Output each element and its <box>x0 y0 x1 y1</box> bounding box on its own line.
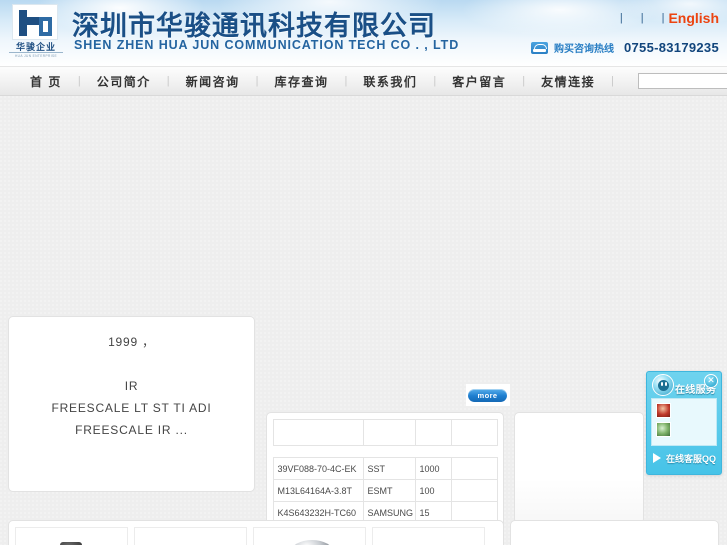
nav-item-inventory-search[interactable]: 库存查询 <box>272 73 330 90</box>
hotline: 购买咨询热线 0755-83179235 <box>531 40 719 55</box>
table-row[interactable]: M13L64164A-3.8T ESMT 100 <box>272 479 498 502</box>
cell-part-number: M13L64164A-3.8T <box>272 479 364 502</box>
nav-separator: | <box>433 75 437 87</box>
column-header-brand <box>362 419 416 446</box>
cell-quantity: 100 <box>414 479 452 502</box>
nav-separator: | <box>344 75 348 87</box>
cell-part-number: 39VF088-70-4C-EK <box>272 457 364 480</box>
nav-item-news[interactable]: 新闻咨询 <box>184 73 242 90</box>
top-links: | | | English <box>620 10 719 26</box>
more-button-stock[interactable]: more <box>468 389 507 402</box>
nav-item-guestbook[interactable]: 客户留言 <box>450 73 508 90</box>
online-service-header: 在线服务 ✕ <box>647 372 721 398</box>
hotline-label: 购买咨询热线 <box>554 44 614 55</box>
nav-separator: | <box>611 75 614 87</box>
page-title-english: SHEN ZHEN HUA JUN COMMUNICATION TECH CO … <box>74 38 460 52</box>
product-thumbnail[interactable] <box>134 527 247 545</box>
online-service-footer[interactable]: 在线客服QQ <box>647 446 721 470</box>
table-spacer-row <box>273 446 497 458</box>
cell-quantity: 1000 <box>414 457 452 480</box>
top-link-2[interactable]: | <box>641 12 644 24</box>
site-header: 华骏企业 HUA JUN ENTERPRISE 深圳市华骏通讯科技有限公司 SH… <box>0 0 727 66</box>
qq-penguin-icon <box>652 374 674 396</box>
phone-icon <box>531 41 548 54</box>
company-profile-text: 1999 ， IR FREESCALE LT ST TI ADI FREESCA… <box>51 335 212 437</box>
nav-separator: | <box>77 75 81 87</box>
nav-separator: | <box>255 75 259 87</box>
qq-contact-avatar-1[interactable] <box>656 403 671 418</box>
loading-placeholder-panel <box>514 412 644 524</box>
close-icon[interactable]: ✕ <box>704 374 718 388</box>
product-right-placeholder: ... <box>607 539 621 545</box>
wafer-photo-icon <box>290 540 334 545</box>
search-box <box>637 73 727 89</box>
top-link-1[interactable]: | <box>620 12 623 24</box>
product-thumbnail[interactable] <box>253 527 366 545</box>
column-header-part-number <box>272 419 364 446</box>
column-header-quantity <box>414 419 452 446</box>
cell-brand: ESMT <box>362 479 416 502</box>
logo-monogram-icon <box>12 4 58 40</box>
product-thumbnail[interactable] <box>15 527 128 545</box>
main-navigation: 首 页 | 公司简介 | 新闻咨询 | 库存查询 | 联系我们 | 客户留言 |… <box>0 66 727 96</box>
column-header-extra <box>450 419 498 446</box>
page-body: more more 1999 ， IR FREESCALE LT ST TI A… <box>0 96 727 545</box>
english-language-link[interactable]: English <box>664 10 719 26</box>
cell-brand: SST <box>362 457 416 480</box>
product-grid <box>9 521 503 545</box>
cell-extra <box>450 479 498 502</box>
hotline-number: 0755-83179235 <box>624 40 719 55</box>
nav-item-home[interactable]: 首 页 <box>28 73 64 90</box>
site-logo[interactable]: 华骏企业 HUA JUN ENTERPRISE <box>8 2 64 64</box>
logo-company-short-name: 华骏企业 <box>15 42 56 52</box>
nav-item-links[interactable]: 友情连接 <box>539 73 597 90</box>
online-service-footer-label: 在线客服QQ <box>666 453 717 464</box>
product-thumbnail[interactable] <box>372 527 485 545</box>
qq-contact-avatar-2[interactable] <box>656 422 671 437</box>
product-showcase-panel-right: ... <box>510 520 719 545</box>
nav-item-contact-us[interactable]: 联系我们 <box>361 73 419 90</box>
table-header-row <box>272 419 498 446</box>
product-showcase-panel <box>8 520 504 545</box>
cell-extra <box>450 457 498 480</box>
nav-separator: | <box>166 75 170 87</box>
logo-company-short-name-en: HUA JUN ENTERPRISE <box>9 52 63 58</box>
online-service-widget: 在线服务 ✕ 在线客服QQ <box>646 371 722 475</box>
search-input[interactable] <box>637 73 727 89</box>
arrow-right-icon <box>653 453 661 463</box>
nav-separator: | <box>522 75 526 87</box>
online-service-contacts <box>651 398 717 446</box>
table-row[interactable]: 39VF088-70-4C-EK SST 1000 <box>272 457 498 480</box>
inventory-table-head <box>272 419 498 446</box>
company-profile-panel: 1999 ， IR FREESCALE LT ST TI ADI FREESCA… <box>8 316 255 492</box>
nav-item-company-profile[interactable]: 公司简介 <box>95 73 153 90</box>
